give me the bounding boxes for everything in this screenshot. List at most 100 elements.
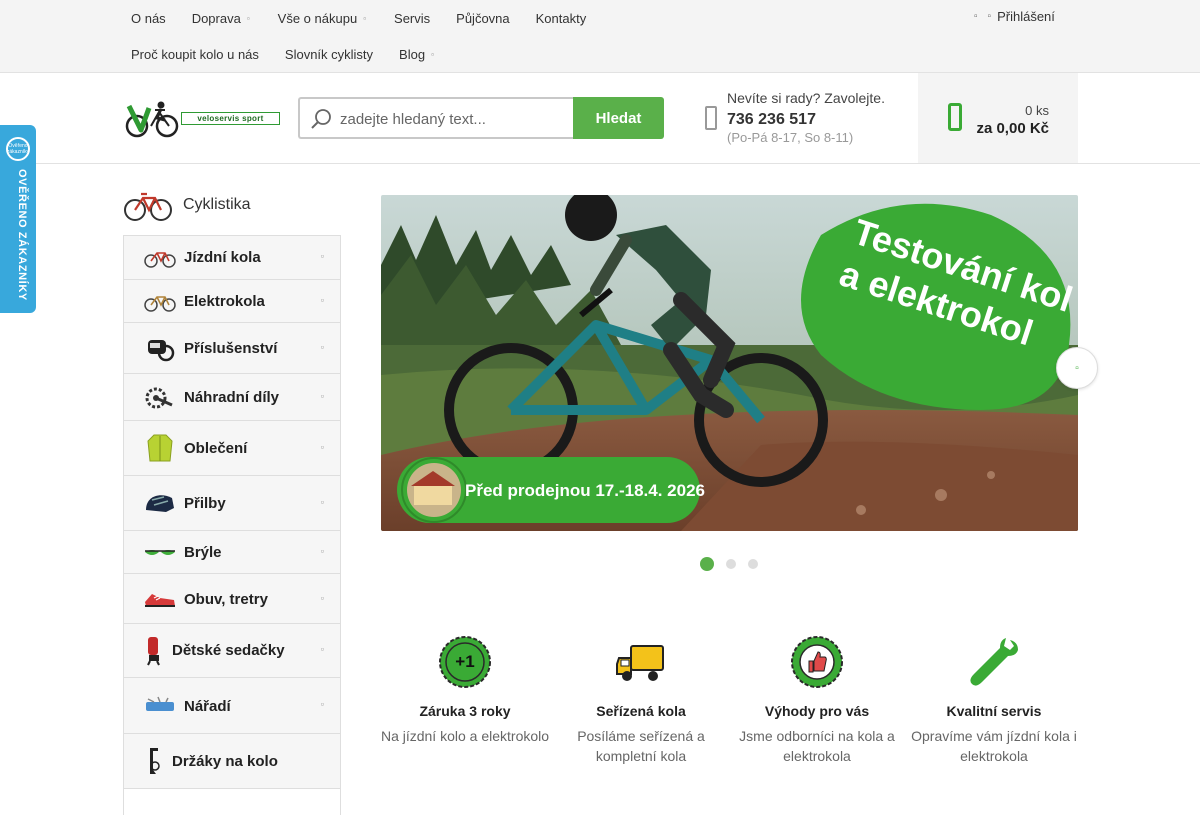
sidebar-item-label: Obuv, tretry: [184, 591, 268, 608]
site-logo[interactable]: veloservis sport: [125, 100, 282, 138]
nav-item-servis[interactable]: Servis: [386, 10, 438, 26]
feature-adjusted-bikes: Seřízená kola Posíláme seřízená a komple…: [553, 632, 729, 782]
sidebar-item-label: Příslušenství: [184, 340, 278, 357]
feature-description: Na jízdní kolo a elektrokolo: [380, 728, 550, 744]
sidebar-item-label: Nářadí: [184, 698, 231, 715]
sidebar-item-naradi[interactable]: Nářadí ▫: [124, 678, 340, 734]
bike-light-icon: [148, 340, 175, 362]
nav-row-secondary: Proč koupit kolo u nás Slovník cyklisty …: [123, 46, 442, 62]
helmet-icon: [146, 495, 174, 512]
search-form: Hledat: [298, 97, 664, 139]
bike-holder-icon: [150, 748, 160, 774]
svg-text:+1: +1: [455, 652, 474, 671]
contact-phone[interactable]: 736 236 517: [727, 111, 816, 129]
feature-title: Výhody pro vás: [764, 703, 870, 719]
search-button[interactable]: Hledat: [573, 97, 664, 139]
cart-count: 0 ks: [1025, 103, 1049, 118]
chevron-right-icon: ▫: [320, 295, 324, 305]
crankset-icon: [145, 387, 173, 409]
feature-description: Jsme odborníci na kola a elektrokola: [739, 728, 895, 764]
chevron-right-icon: ▫: [1075, 362, 1079, 374]
sidebar-item-obleceni[interactable]: Oblečení ▫: [124, 421, 340, 476]
slider-dot-1[interactable]: [700, 557, 714, 571]
feature-description: Opravíme vám jízdní kola i elektrokola: [911, 728, 1077, 764]
slider-dot-2[interactable]: [726, 559, 736, 569]
shoe-icon: [145, 594, 175, 607]
nav-item-doprava[interactable]: Doprava ▫: [184, 10, 258, 26]
feature-title: Kvalitní servis: [946, 703, 1042, 719]
contact-hours: (Po-Pá 8-17, So 8-11): [727, 130, 854, 145]
language-icon[interactable]: ▫: [974, 11, 978, 22]
contact-question: Nevíte si rady? Zavolejte.: [727, 90, 885, 106]
banner-image: Testování kol a elektrokol Před prodejno…: [381, 195, 1078, 531]
ebike-icon: [144, 296, 176, 312]
bike-icon: [144, 252, 176, 268]
badge-label: OVĚŘENO ZÁKAZNÍKY: [16, 169, 28, 301]
thumbs-up-badge-icon: [791, 636, 843, 688]
nav-item-slovnik[interactable]: Slovník cyklisty: [277, 46, 381, 62]
nav-item-o-nas[interactable]: O nás: [123, 10, 174, 26]
verified-seal-icon: Ověřeno zákazníky: [6, 137, 30, 161]
sidebar-item-label: Držáky na kolo: [172, 753, 278, 770]
nav-item-pujcovna[interactable]: Půjčovna: [448, 10, 517, 26]
sidebar-item-nahradni-dily[interactable]: Náhradní díly ▫: [124, 374, 340, 421]
chevron-right-icon: ▫: [320, 644, 324, 654]
category-heading-label: Cyklistika: [183, 196, 251, 213]
chevron-right-icon: ▫: [320, 497, 324, 507]
category-heading: Cyklistika: [123, 188, 341, 222]
sidebar-item-label: Dětské sedačky: [172, 642, 285, 659]
feature-warranty: +1 Záruka 3 roky Na jízdní kolo a elektr…: [377, 632, 553, 782]
promo-banner[interactable]: Testování kol a elektrokol Před prodejno…: [381, 195, 1078, 531]
chevron-right-icon: ▫: [320, 251, 324, 261]
banner-subline: Před prodejnou 17.-18.4. 2026: [465, 481, 705, 500]
sidebar-item-bryle[interactable]: Brýle ▫: [124, 531, 340, 574]
sidebar-item-label: Náhradní díly: [184, 389, 280, 406]
feature-service: Kvalitní servis Opravíme vám jízdní kola…: [906, 632, 1082, 782]
sidebar-item-prilby[interactable]: Přilby ▫: [124, 476, 340, 531]
feature-title: Záruka 3 roky: [419, 703, 511, 719]
feature-description: Posíláme seřízená a kompletní kola: [577, 728, 705, 764]
delivery-truck-icon: [616, 645, 664, 681]
cart-button[interactable]: 0 ks za 0,00 Kč: [918, 73, 1078, 163]
sidebar-item-label: Elektrokola: [184, 293, 265, 310]
bike-icon: [124, 192, 172, 221]
sidebar-item-detske-sedacky[interactable]: Dětské sedačky ▫: [124, 624, 340, 678]
search-box: [298, 97, 574, 139]
phone-icon: [705, 106, 717, 130]
sidebar-item-label: Přilby: [184, 495, 226, 512]
chevron-down-icon: ▫: [246, 13, 250, 23]
sidebar-item-drzaky-na-kolo[interactable]: Držáky na kolo: [124, 734, 340, 789]
sidebar-item-jizdni-kola[interactable]: Jízdní kola ▫: [124, 236, 340, 280]
user-icon: ▫: [987, 11, 992, 22]
top-navigation-bar: O nás Doprava ▫ Vše o nákupu ▫ Servis Půjč…: [0, 0, 1200, 73]
chevron-right-icon: ▫: [320, 699, 324, 709]
slider-next-button[interactable]: ▫: [1056, 347, 1098, 389]
category-list: Jízdní kola ▫ Elektrokola ▫ Příslušenstv…: [123, 235, 341, 815]
sidebar-item-obuv-tretry[interactable]: Obuv, tretry ▫: [124, 574, 340, 624]
nav-item-kontakty[interactable]: Kontakty: [528, 10, 595, 26]
site-header: veloservis sport Hledat Nevíte si rady? …: [0, 73, 1200, 164]
contact-block: Nevíte si rady? Zavolejte. 736 236 517 (…: [705, 88, 905, 148]
nav-item-proc-koupit[interactable]: Proč koupit kolo u nás: [123, 46, 267, 62]
logo-cyclist-icon: [125, 101, 179, 138]
login-link[interactable]: Přihlášení: [997, 9, 1055, 24]
warranty-plus-one-icon: +1: [439, 636, 491, 688]
search-input[interactable]: [340, 108, 570, 130]
sidebar-item-label: Brýle: [184, 544, 222, 561]
chevron-down-icon: ▫: [363, 13, 367, 23]
cart-icon: [948, 103, 962, 131]
sidebar-item-elektrokola[interactable]: Elektrokola ▫: [124, 280, 340, 323]
wrench-icon: [970, 638, 1018, 686]
slider-dot-3[interactable]: [748, 559, 758, 569]
sidebar-item-prislusenstvi[interactable]: Příslušenství ▫: [124, 323, 340, 374]
nav-item-blog[interactable]: Blog ▫: [391, 46, 442, 62]
nav-item-vse-o-nakupu[interactable]: Vše o nákupu ▫: [270, 10, 374, 26]
search-icon: [311, 109, 331, 129]
glasses-icon: [145, 550, 175, 555]
verified-by-customers-badge[interactable]: Ověřeno zákazníky OVĚŘENO ZÁKAZNÍKY: [0, 125, 36, 313]
feature-title: Seřízená kola: [596, 703, 686, 719]
sidebar-item-label: Oblečení: [184, 440, 248, 457]
chevron-down-icon: ▫: [431, 49, 434, 59]
logo-wordmark: veloservis sport: [181, 112, 280, 125]
cart-total: za 0,00 Kč: [976, 120, 1049, 137]
